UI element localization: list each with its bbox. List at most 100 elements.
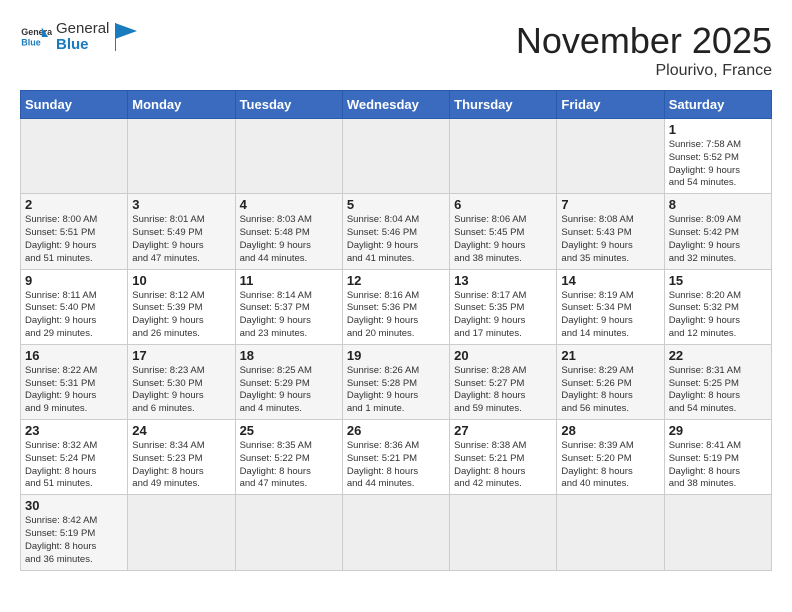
logo-flag-icon [115, 23, 137, 51]
day-info: Sunrise: 8:23 AM Sunset: 5:30 PM Dayligh… [132, 365, 230, 416]
day-info: Sunrise: 8:08 AM Sunset: 5:43 PM Dayligh… [561, 214, 659, 265]
day-number: 19 [347, 348, 445, 363]
day-info: Sunrise: 8:38 AM Sunset: 5:21 PM Dayligh… [454, 440, 552, 491]
calendar-cell: 4Sunrise: 8:03 AM Sunset: 5:48 PM Daylig… [235, 194, 342, 269]
day-info: Sunrise: 8:42 AM Sunset: 5:19 PM Dayligh… [25, 515, 123, 566]
day-number: 11 [240, 273, 338, 288]
day-number: 7 [561, 197, 659, 212]
col-tuesday: Tuesday [235, 91, 342, 119]
calendar-cell: 9Sunrise: 8:11 AM Sunset: 5:40 PM Daylig… [21, 269, 128, 344]
day-number: 14 [561, 273, 659, 288]
day-number: 28 [561, 423, 659, 438]
day-info: Sunrise: 8:39 AM Sunset: 5:20 PM Dayligh… [561, 440, 659, 491]
calendar-cell: 12 Sunrise: 8:16 AM Sunset: 5:36 PM Dayli… [342, 269, 449, 344]
calendar-cell: 27 Sunrise: 8:38 AM Sunset: 5:21 PM Dayli… [450, 420, 557, 495]
logo-icon: General Blue [20, 21, 52, 53]
calendar-cell: 13 Sunrise: 8:17 AM Sunset: 5:35 PM Dayli… [450, 269, 557, 344]
day-number: 6 [454, 197, 552, 212]
calendar-cell: 15 Sunrise: 8:20 AM Sunset: 5:32 PM Dayli… [664, 269, 771, 344]
calendar-cell [342, 495, 449, 570]
day-number: 12 [347, 273, 445, 288]
day-info: Sunrise: 8:17 AM Sunset: 5:35 PM Dayligh… [454, 290, 552, 341]
day-number: 23 [25, 423, 123, 438]
day-info: Sunrise: 8:36 AM Sunset: 5:21 PM Dayligh… [347, 440, 445, 491]
calendar-cell: 23 Sunrise: 8:32 AM Sunset: 5:24 PM Dayli… [21, 420, 128, 495]
month-title: November 2025 [516, 20, 772, 62]
calendar-cell: 5 Sunrise: 8:04 AM Sunset: 5:46 PM Daylig… [342, 194, 449, 269]
day-number: 5 [347, 197, 445, 212]
col-monday: Monday [128, 91, 235, 119]
calendar-row-1: 2Sunrise: 8:00 AM Sunset: 5:51 PM Daylig… [21, 194, 772, 269]
calendar-cell: 19 Sunrise: 8:26 AM Sunset: 5:28 PM Dayli… [342, 344, 449, 419]
calendar-cell: 20Sunrise: 8:28 AM Sunset: 5:27 PM Dayli… [450, 344, 557, 419]
calendar-cell: 17 Sunrise: 8:23 AM Sunset: 5:30 PM Dayli… [128, 344, 235, 419]
calendar-cell: 21 Sunrise: 8:29 AM Sunset: 5:26 PM Dayli… [557, 344, 664, 419]
day-info: Sunrise: 8:01 AM Sunset: 5:49 PM Dayligh… [132, 214, 230, 265]
calendar-cell: 28 Sunrise: 8:39 AM Sunset: 5:20 PM Dayli… [557, 420, 664, 495]
day-number: 22 [669, 348, 767, 363]
calendar-row-5: 30 Sunrise: 8:42 AM Sunset: 5:19 PM Dayli… [21, 495, 772, 570]
day-number: 10 [132, 273, 230, 288]
col-saturday: Saturday [664, 91, 771, 119]
calendar-cell: 10 Sunrise: 8:12 AM Sunset: 5:39 PM Dayli… [128, 269, 235, 344]
day-info: Sunrise: 8:19 AM Sunset: 5:34 PM Dayligh… [561, 290, 659, 341]
calendar-cell [557, 495, 664, 570]
calendar-cell: 6Sunrise: 8:06 AM Sunset: 5:45 PM Daylig… [450, 194, 557, 269]
day-info: Sunrise: 8:26 AM Sunset: 5:28 PM Dayligh… [347, 365, 445, 416]
day-number: 2 [25, 197, 123, 212]
calendar-cell: 8 Sunrise: 8:09 AM Sunset: 5:42 PM Daylig… [664, 194, 771, 269]
calendar-cell [21, 119, 128, 194]
col-sunday: Sunday [21, 91, 128, 119]
day-info: Sunrise: 8:04 AM Sunset: 5:46 PM Dayligh… [347, 214, 445, 265]
title-block: November 2025 Plourivo, France [516, 20, 772, 80]
day-number: 27 [454, 423, 552, 438]
day-number: 15 [669, 273, 767, 288]
col-wednesday: Wednesday [342, 91, 449, 119]
calendar-cell: 3 Sunrise: 8:01 AM Sunset: 5:49 PM Daylig… [128, 194, 235, 269]
calendar-cell: 7 Sunrise: 8:08 AM Sunset: 5:43 PM Daylig… [557, 194, 664, 269]
calendar-row-4: 23 Sunrise: 8:32 AM Sunset: 5:24 PM Dayli… [21, 420, 772, 495]
calendar-cell: 16Sunrise: 8:22 AM Sunset: 5:31 PM Dayli… [21, 344, 128, 419]
calendar-cell: 2Sunrise: 8:00 AM Sunset: 5:51 PM Daylig… [21, 194, 128, 269]
day-info: Sunrise: 8:22 AM Sunset: 5:31 PM Dayligh… [25, 365, 123, 416]
day-info: Sunrise: 8:25 AM Sunset: 5:29 PM Dayligh… [240, 365, 338, 416]
calendar-cell: 29 Sunrise: 8:41 AM Sunset: 5:19 PM Dayli… [664, 420, 771, 495]
day-info: Sunrise: 8:11 AM Sunset: 5:40 PM Dayligh… [25, 290, 123, 341]
calendar-cell [557, 119, 664, 194]
day-number: 13 [454, 273, 552, 288]
calendar-cell [235, 495, 342, 570]
day-number: 18 [240, 348, 338, 363]
day-number: 4 [240, 197, 338, 212]
day-number: 8 [669, 197, 767, 212]
col-friday: Friday [557, 91, 664, 119]
day-info: Sunrise: 8:35 AM Sunset: 5:22 PM Dayligh… [240, 440, 338, 491]
day-number: 30 [25, 498, 123, 513]
day-info: Sunrise: 8:32 AM Sunset: 5:24 PM Dayligh… [25, 440, 123, 491]
calendar-table: Sunday Monday Tuesday Wednesday Thursday… [20, 90, 772, 571]
day-number: 17 [132, 348, 230, 363]
day-info: Sunrise: 8:28 AM Sunset: 5:27 PM Dayligh… [454, 365, 552, 416]
day-info: Sunrise: 8:41 AM Sunset: 5:19 PM Dayligh… [669, 440, 767, 491]
calendar-row-3: 16Sunrise: 8:22 AM Sunset: 5:31 PM Dayli… [21, 344, 772, 419]
calendar-cell: 30 Sunrise: 8:42 AM Sunset: 5:19 PM Dayli… [21, 495, 128, 570]
day-info: Sunrise: 8:09 AM Sunset: 5:42 PM Dayligh… [669, 214, 767, 265]
day-number: 1 [669, 122, 767, 137]
calendar-cell: 14 Sunrise: 8:19 AM Sunset: 5:34 PM Dayli… [557, 269, 664, 344]
calendar-cell [128, 495, 235, 570]
calendar-row-0: 1Sunrise: 7:58 AM Sunset: 5:52 PM Daylig… [21, 119, 772, 194]
calendar-cell [450, 119, 557, 194]
calendar-cell [342, 119, 449, 194]
day-number: 3 [132, 197, 230, 212]
day-number: 25 [240, 423, 338, 438]
calendar-row-2: 9Sunrise: 8:11 AM Sunset: 5:40 PM Daylig… [21, 269, 772, 344]
calendar-cell [235, 119, 342, 194]
day-number: 29 [669, 423, 767, 438]
day-info: Sunrise: 8:29 AM Sunset: 5:26 PM Dayligh… [561, 365, 659, 416]
day-info: Sunrise: 8:16 AM Sunset: 5:36 PM Dayligh… [347, 290, 445, 341]
logo: General Blue General Blue [20, 20, 137, 54]
day-number: 21 [561, 348, 659, 363]
calendar-cell: 11Sunrise: 8:14 AM Sunset: 5:37 PM Dayli… [235, 269, 342, 344]
calendar-cell: 24Sunrise: 8:34 AM Sunset: 5:23 PM Dayli… [128, 420, 235, 495]
day-info: Sunrise: 8:20 AM Sunset: 5:32 PM Dayligh… [669, 290, 767, 341]
day-info: Sunrise: 8:12 AM Sunset: 5:39 PM Dayligh… [132, 290, 230, 341]
